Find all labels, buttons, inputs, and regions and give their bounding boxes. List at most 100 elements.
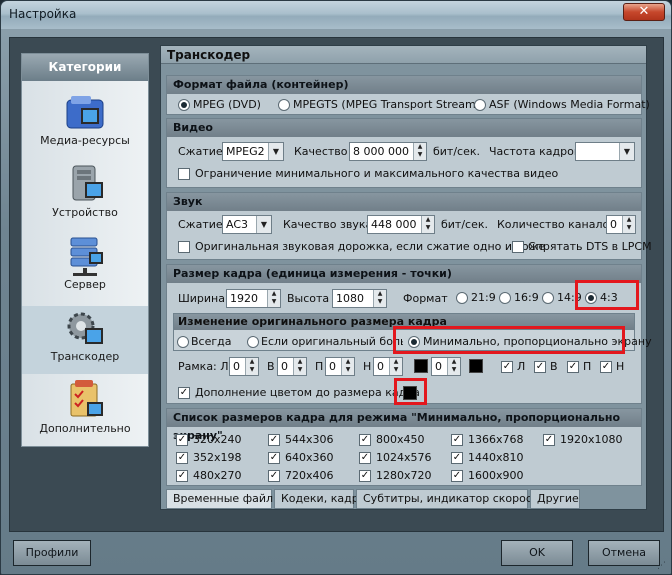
video-codec-value: MPEG2 — [226, 145, 265, 158]
hide-dts-checkbox[interactable] — [512, 241, 524, 253]
size-checkbox[interactable]: ✓ — [359, 452, 371, 464]
spinner-icon: ▲ ▼ — [293, 358, 306, 375]
sidebar-item-transcoder[interactable]: Транскодер — [22, 306, 148, 374]
size-checkbox[interactable]: ✓ — [176, 470, 188, 482]
size-checkbox[interactable]: ✓ — [268, 452, 280, 464]
border-right-input[interactable]: 0 ▲ ▼ — [325, 357, 355, 376]
sidebar-item-label: Дополнительно — [39, 422, 131, 435]
aspect-label: 16:9 — [514, 291, 539, 304]
format-mpegts-radio[interactable] — [278, 99, 290, 111]
fill-color-checkbox[interactable]: ✓ — [178, 387, 190, 399]
spinner-icon: ▲ ▼ — [373, 290, 386, 307]
resize-if-larger-radio[interactable] — [247, 336, 259, 348]
sidebar-item-media[interactable]: Медиа-ресурсы — [22, 90, 148, 158]
border-check-bottom[interactable]: ✓ — [600, 361, 612, 373]
audio-codec-value: AC3 — [226, 218, 249, 231]
audio-original-label: Оригинальная звуковая дорожка, если сжат… — [195, 240, 546, 253]
size-checkbox[interactable]: ✓ — [451, 470, 463, 482]
border-left-input[interactable]: 0 ▲ ▼ — [229, 357, 259, 376]
size-checkbox[interactable]: ✓ — [176, 452, 188, 464]
format-option-label: ASF (Windows Media Format) — [489, 98, 650, 111]
category-header: Категории — [22, 54, 148, 81]
border-value: 0 — [281, 360, 288, 373]
resize-always-radio[interactable] — [177, 336, 189, 348]
spinner-icon: ▲ ▼ — [421, 216, 434, 233]
close-button[interactable]: ✕ — [623, 3, 665, 21]
frame-width-input[interactable]: 1920 ▲ ▼ — [226, 289, 281, 308]
section-title: Размер кадра (единица измерения - точки) — [167, 265, 641, 283]
audio-original-checkbox[interactable] — [178, 241, 190, 253]
border-label: Рамка: Л — [178, 360, 229, 373]
spinner-icon: ▲ ▼ — [341, 358, 354, 375]
sidebar-item-device[interactable]: Устройство — [22, 162, 148, 230]
size-label: 640x360 — [285, 451, 334, 464]
hide-dts-label: Спрятать DTS в LPCM — [528, 240, 652, 253]
video-fps-select[interactable]: ▼ — [575, 142, 635, 161]
ok-button[interactable]: OK — [501, 540, 573, 566]
border-bottom-input[interactable]: 0 ▲ ▼ — [373, 357, 403, 376]
size-checkbox[interactable]: ✓ — [451, 452, 463, 464]
media-resources-icon — [63, 90, 107, 134]
video-quality-limit-label: Ограничение минимального и максимального… — [195, 167, 559, 180]
format-option-label: MPEGTS (MPEG Transport Stream) — [293, 98, 480, 111]
frame-format-label: Формат — [403, 292, 448, 305]
audio-codec-select[interactable]: AC3 ▼ — [222, 215, 272, 234]
frame-size-section: Размер кадра (единица измерения - точки)… — [166, 264, 652, 405]
size-label: 1920x1080 — [560, 433, 623, 446]
size-checkbox[interactable]: ✓ — [359, 434, 371, 446]
gear-icon — [63, 306, 107, 350]
tab-codecs[interactable]: Кодеки, кадр — [274, 489, 359, 509]
profiles-button[interactable]: Профили — [13, 540, 91, 566]
size-checkbox[interactable]: ✓ — [543, 434, 555, 446]
size-label: 1024x576 — [376, 451, 432, 464]
aspect-16-9-radio[interactable] — [499, 292, 511, 304]
sidebar-item-advanced[interactable]: Дополнительно — [22, 378, 148, 446]
device-icon — [63, 162, 107, 206]
border-check-top[interactable]: ✓ — [534, 361, 546, 373]
size-label: 1366x768 — [468, 433, 524, 446]
frame-height-label: Высота — [287, 292, 330, 305]
resize-grip-icon[interactable]: ⋰ — [657, 561, 667, 571]
format-mpeg-radio[interactable] — [178, 99, 190, 111]
highlight-minimal-box — [393, 326, 625, 354]
aspect-21-9-radio[interactable] — [456, 292, 468, 304]
frame-height-input[interactable]: 1080 ▲ ▼ — [332, 289, 387, 308]
aspect-14-9-radio[interactable] — [542, 292, 554, 304]
video-quality-input[interactable]: 8 000 000 ▲ ▼ — [349, 142, 427, 161]
highlight-fill-box — [394, 378, 427, 405]
border-check-right[interactable]: ✓ — [567, 361, 579, 373]
border-top-input[interactable]: 0 ▲ ▼ — [277, 357, 307, 376]
tab-temp-files[interactable]: Временные файлы — [166, 489, 282, 509]
border-check-label: П — [583, 360, 592, 373]
video-quality-limit-checkbox[interactable] — [178, 168, 190, 180]
size-label: 544x306 — [285, 433, 334, 446]
size-checkbox[interactable]: ✓ — [268, 434, 280, 446]
border-value: 0 — [435, 360, 442, 373]
border-extra-input[interactable]: 0 ▲ ▼ — [431, 357, 461, 376]
section-title: Видео — [167, 119, 641, 137]
audio-channels-input[interactable]: 0 ▲ ▼ — [606, 215, 636, 234]
size-checkbox[interactable]: ✓ — [268, 470, 280, 482]
sidebar-item-label: Сервер — [64, 278, 106, 291]
border-color-swatch[interactable] — [414, 359, 428, 373]
format-asf-radio[interactable] — [474, 99, 486, 111]
size-label: 1600x900 — [468, 469, 524, 482]
audio-quality-input[interactable]: 448 000 ▲ ▼ — [367, 215, 435, 234]
resize-option-label: Если оригинальный больше — [261, 335, 403, 348]
size-checkbox[interactable]: ✓ — [451, 434, 463, 446]
spinner-icon: ▲ ▼ — [413, 143, 426, 160]
border-check-left[interactable]: ✓ — [501, 361, 513, 373]
cancel-button[interactable]: Отмена — [588, 540, 660, 566]
window-title: Настройка — [9, 7, 77, 21]
video-codec-select[interactable]: MPEG2 ▼ — [222, 142, 284, 161]
title-bar[interactable]: Настройка ✕ — [1, 1, 671, 29]
format-section: Формат файла (контейнер) MPEG (DVD) MPEG… — [166, 75, 650, 115]
tab-subtitles[interactable]: Субтитры, индикатор скорости — [356, 489, 545, 509]
border-color-swatch[interactable] — [469, 359, 483, 373]
size-checkbox[interactable]: ✓ — [176, 434, 188, 446]
sidebar-item-server[interactable]: Сервер — [22, 234, 148, 302]
size-checkbox[interactable]: ✓ — [359, 470, 371, 482]
sidebar-item-label: Медиа-ресурсы — [40, 134, 130, 147]
border-value: 0 — [329, 360, 336, 373]
tab-other[interactable]: Другие — [530, 489, 580, 509]
